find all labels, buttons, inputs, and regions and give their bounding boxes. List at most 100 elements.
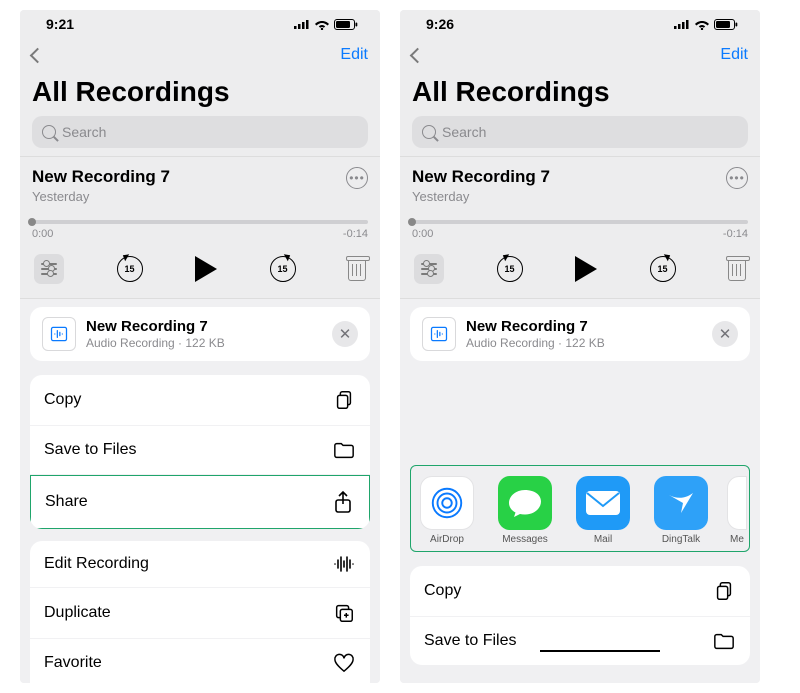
redaction-line bbox=[540, 650, 660, 652]
menu-share[interactable]: Share bbox=[30, 475, 370, 529]
share-sheet: New Recording 7 Audio Recording · 122 KB… bbox=[400, 299, 760, 683]
search-wrap: Search bbox=[20, 116, 380, 156]
waveform-icon bbox=[332, 555, 356, 573]
menu-label: Duplicate bbox=[44, 604, 111, 622]
nav-bar: Edit bbox=[400, 38, 760, 72]
menu-group-1: Copy Save to Files bbox=[410, 566, 750, 665]
recording-card: New Recording 7 Yesterday ••• 0:00 -0:14… bbox=[400, 156, 760, 299]
menu-duplicate[interactable]: Duplicate bbox=[30, 588, 370, 639]
share-sheet: New Recording 7 Audio Recording · 122 KB… bbox=[20, 299, 380, 683]
skip-back-button[interactable]: 15 bbox=[497, 256, 523, 282]
folder-icon bbox=[712, 631, 736, 651]
edit-button[interactable]: Edit bbox=[720, 46, 748, 64]
search-placeholder: Search bbox=[442, 124, 486, 140]
recording-title: New Recording 7 bbox=[412, 167, 550, 187]
spacer bbox=[410, 375, 750, 465]
options-button[interactable] bbox=[414, 254, 444, 284]
page-title: All Recordings bbox=[20, 72, 380, 116]
skip-back-button[interactable]: 15 bbox=[117, 256, 143, 282]
messages-icon bbox=[498, 476, 552, 530]
recording-subtitle: Yesterday bbox=[32, 189, 170, 204]
status-icons bbox=[294, 19, 358, 30]
signal-icon bbox=[674, 19, 690, 29]
more-button[interactable]: ••• bbox=[346, 167, 368, 189]
options-button[interactable] bbox=[34, 254, 64, 284]
chevron-left-icon bbox=[410, 47, 426, 63]
play-button[interactable] bbox=[195, 256, 217, 282]
trash-icon bbox=[728, 261, 746, 281]
share-icon bbox=[331, 490, 355, 514]
recording-subtitle: Yesterday bbox=[412, 189, 550, 204]
search-icon bbox=[42, 125, 56, 139]
audio-file-icon bbox=[42, 317, 76, 351]
scrubber[interactable] bbox=[32, 220, 368, 224]
status-time: 9:26 bbox=[426, 16, 454, 32]
close-icon: ✕ bbox=[719, 325, 732, 343]
edit-button[interactable]: Edit bbox=[340, 46, 368, 64]
battery-icon bbox=[714, 19, 738, 30]
menu-label: Edit Recording bbox=[44, 555, 149, 573]
app-messages[interactable]: Messages bbox=[493, 476, 557, 545]
app-label: AirDrop bbox=[430, 534, 464, 545]
close-share-button[interactable]: ✕ bbox=[712, 321, 738, 347]
play-button[interactable] bbox=[575, 256, 597, 282]
status-time: 9:21 bbox=[46, 16, 74, 32]
wifi-icon bbox=[314, 19, 330, 30]
time-end: -0:14 bbox=[723, 228, 748, 240]
recording-title: New Recording 7 bbox=[32, 167, 170, 187]
menu-label: Favorite bbox=[44, 654, 102, 672]
menu-group-2: Edit Recording Duplicate Favorite Move t… bbox=[30, 541, 370, 683]
back-button[interactable] bbox=[32, 50, 43, 61]
time-start: 0:00 bbox=[412, 228, 433, 240]
dingtalk-icon bbox=[654, 476, 708, 530]
share-file-title: New Recording 7 bbox=[86, 318, 322, 335]
scrubber-thumb[interactable] bbox=[408, 218, 416, 226]
menu-save-to-files[interactable]: Save to Files bbox=[410, 617, 750, 665]
menu-save-to-files[interactable]: Save to Files bbox=[30, 426, 370, 475]
close-share-button[interactable]: ✕ bbox=[332, 321, 358, 347]
status-bar: 9:26 bbox=[400, 10, 760, 38]
delete-button[interactable] bbox=[728, 258, 746, 281]
menu-label: Share bbox=[45, 493, 88, 511]
airdrop-icon bbox=[420, 476, 474, 530]
share-apps-row: AirDrop Messages Mail DingTalk bbox=[410, 465, 750, 552]
scrubber-thumb[interactable] bbox=[28, 218, 36, 226]
skip-forward-button[interactable]: 15 bbox=[270, 256, 296, 282]
close-icon: ✕ bbox=[339, 325, 352, 343]
app-dingtalk[interactable]: DingTalk bbox=[649, 476, 713, 545]
menu-label: Save to Files bbox=[424, 632, 516, 650]
recording-card: New Recording 7 Yesterday ••• 0:00 -0:14… bbox=[20, 156, 380, 299]
heart-icon bbox=[332, 653, 356, 673]
audio-file-icon bbox=[422, 317, 456, 351]
share-file-subtitle: Audio Recording · 122 KB bbox=[466, 336, 702, 350]
search-wrap: Search bbox=[400, 116, 760, 156]
copy-icon bbox=[332, 389, 356, 411]
status-icons bbox=[674, 19, 738, 30]
app-me[interactable]: Me bbox=[727, 476, 747, 545]
ellipsis-icon: ••• bbox=[349, 171, 365, 185]
menu-copy[interactable]: Copy bbox=[30, 375, 370, 426]
status-bar: 9:21 bbox=[20, 10, 380, 38]
skip-forward-button[interactable]: 15 bbox=[650, 256, 676, 282]
app-label: DingTalk bbox=[662, 534, 700, 545]
share-file-row: New Recording 7 Audio Recording · 122 KB… bbox=[30, 307, 370, 361]
search-input[interactable]: Search bbox=[32, 116, 368, 148]
delete-button[interactable] bbox=[348, 258, 366, 281]
more-button[interactable]: ••• bbox=[726, 167, 748, 189]
app-airdrop[interactable]: AirDrop bbox=[415, 476, 479, 545]
search-input[interactable]: Search bbox=[412, 116, 748, 148]
scrubber[interactable] bbox=[412, 220, 748, 224]
app-mail[interactable]: Mail bbox=[571, 476, 635, 545]
duplicate-icon bbox=[332, 602, 356, 624]
trash-icon bbox=[348, 261, 366, 281]
wifi-icon bbox=[694, 19, 710, 30]
mail-icon bbox=[576, 476, 630, 530]
share-file-title: New Recording 7 bbox=[466, 318, 702, 335]
back-button[interactable] bbox=[412, 50, 423, 61]
menu-group-1: Copy Save to Files Share bbox=[30, 375, 370, 529]
menu-copy[interactable]: Copy bbox=[410, 566, 750, 617]
copy-icon bbox=[712, 580, 736, 602]
menu-favorite[interactable]: Favorite bbox=[30, 639, 370, 683]
time-start: 0:00 bbox=[32, 228, 53, 240]
menu-edit-recording[interactable]: Edit Recording bbox=[30, 541, 370, 588]
